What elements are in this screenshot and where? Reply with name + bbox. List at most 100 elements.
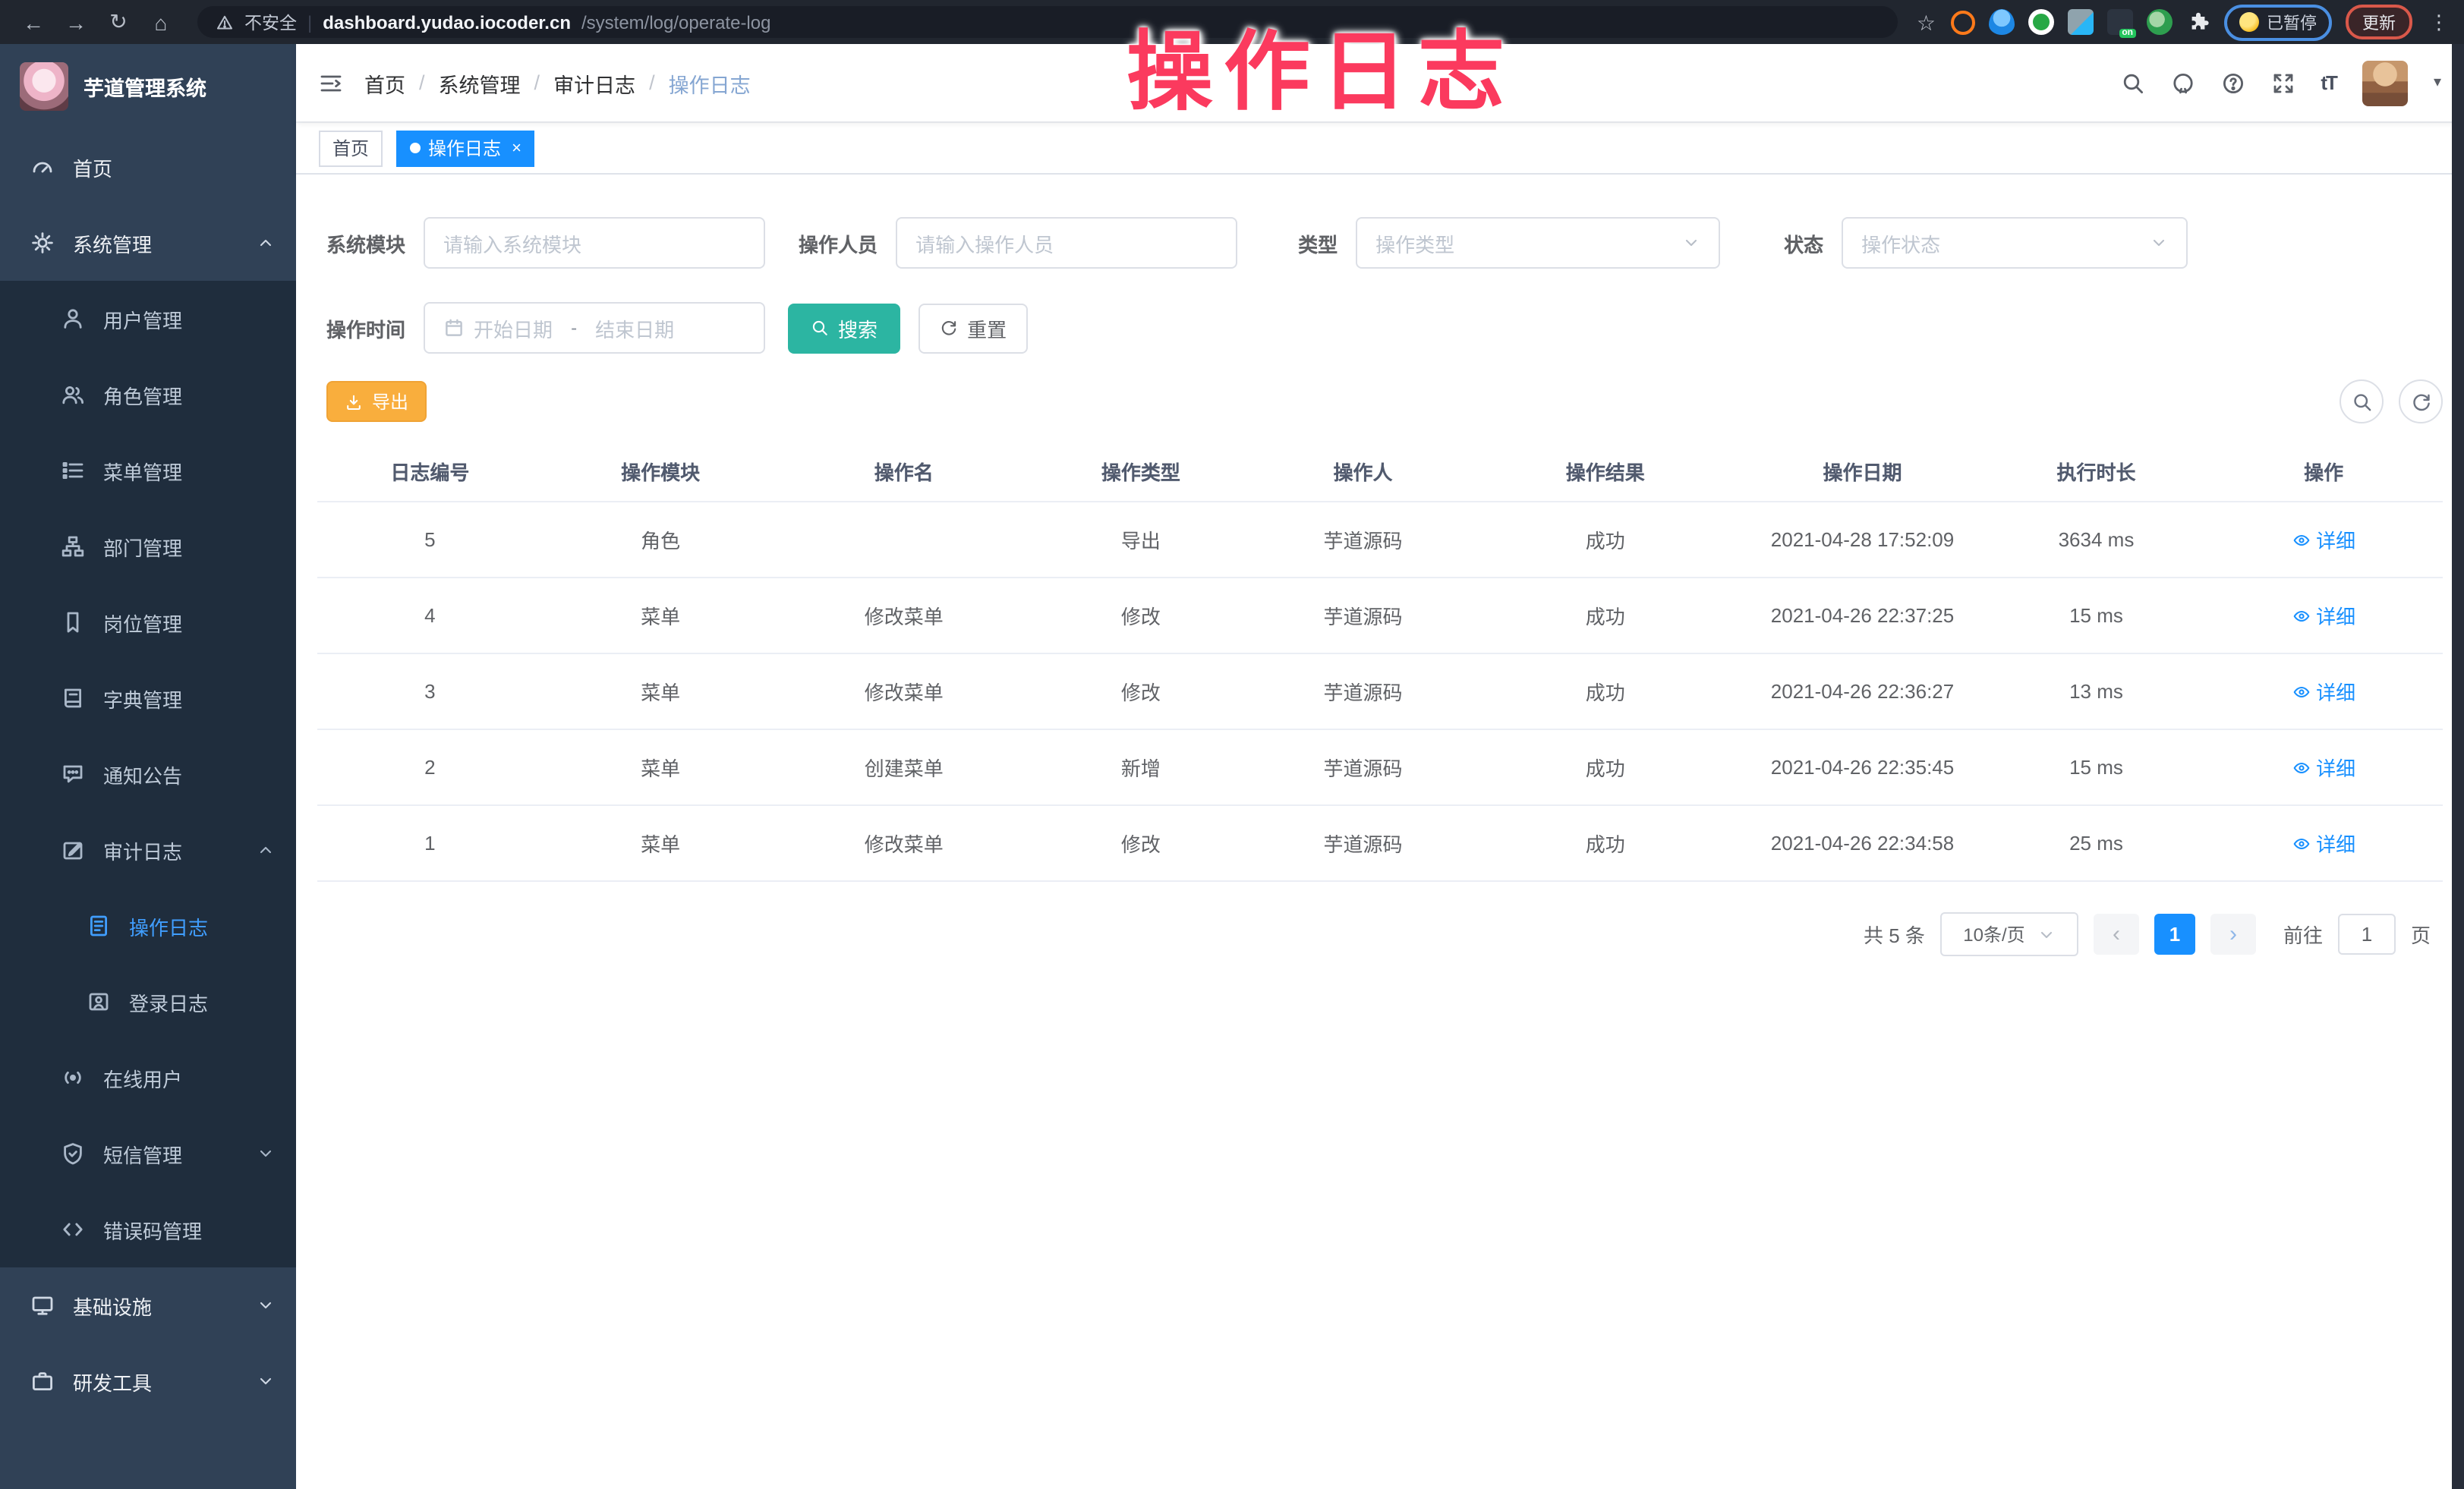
profile-paused-pill[interactable]: 已暂停 — [2224, 4, 2332, 40]
search-icon — [2351, 391, 2372, 412]
extension-icon-2[interactable] — [1989, 9, 2015, 35]
sidebar-item-online-users[interactable]: 在线用户 — [0, 1040, 296, 1116]
fullscreen-icon[interactable] — [2270, 71, 2295, 95]
refresh-icon — [940, 319, 958, 337]
goto-page-input[interactable] — [2338, 914, 2396, 955]
user-avatar[interactable] — [2362, 60, 2408, 105]
search-icon[interactable] — [2120, 71, 2144, 95]
font-size-icon[interactable]: tT — [2321, 71, 2336, 94]
current-page-button[interactable]: 1 — [2154, 914, 2195, 955]
status-select[interactable]: 操作状态 — [1842, 217, 2188, 269]
gear-icon — [30, 231, 55, 255]
github-icon[interactable] — [2170, 71, 2195, 95]
insecure-warning-icon — [216, 13, 234, 31]
page-size-select[interactable]: 10条/页 — [1940, 912, 2078, 956]
sidebar-item-roles[interactable]: 角色管理 — [0, 357, 296, 433]
tag-home[interactable]: 首页 — [319, 130, 383, 166]
operator-input[interactable]: 请输入操作人员 — [896, 217, 1237, 269]
sidebar-item-operate-log[interactable]: 操作日志 — [0, 888, 296, 964]
extension-icon-4[interactable] — [2068, 9, 2094, 35]
prev-page-button[interactable]: ‹ — [2094, 914, 2139, 955]
sidebar-item-login-log[interactable]: 登录日志 — [0, 964, 296, 1040]
page-content: 系统模块 请输入系统模块 操作人员 请输入操作人员 类型 操作类型 状态 — [296, 175, 2464, 1489]
browser-home-icon[interactable]: ⌂ — [143, 4, 179, 40]
module-label: 系统模块 — [326, 228, 405, 257]
chevron-down-icon — [2150, 234, 2168, 252]
announcement-icon — [61, 762, 85, 786]
eye-icon — [2292, 834, 2310, 852]
refresh-icon — [2410, 391, 2431, 412]
sidebar-item-menus[interactable]: 菜单管理 — [0, 433, 296, 508]
address-bar[interactable]: 不安全 | dashboard.yudao.iocoder.cn /system… — [197, 6, 1898, 38]
dev-tools-icon — [30, 1369, 55, 1393]
search-button[interactable]: 搜索 — [788, 303, 900, 353]
type-select[interactable]: 操作类型 — [1356, 217, 1720, 269]
close-tag-icon[interactable]: × — [512, 139, 521, 157]
module-input[interactable]: 请输入系统模块 — [424, 217, 765, 269]
browser-back-icon[interactable]: ← — [15, 4, 52, 40]
sidebar-item-users[interactable]: 用户管理 — [0, 281, 296, 357]
breadcrumb-home[interactable]: 首页 — [364, 68, 405, 98]
toggle-search-button[interactable] — [2340, 379, 2384, 423]
sidebar-item-announcements[interactable]: 通知公告 — [0, 736, 296, 812]
browser-extensions-area: ☆ on 已暂停 更新 ⋮ — [1917, 4, 2449, 40]
sidebar-item-sms[interactable]: 短信管理 — [0, 1116, 296, 1192]
sidebar-item-error-codes[interactable]: 错误码管理 — [0, 1192, 296, 1267]
detail-link[interactable]: 详细 — [2292, 829, 2355, 858]
address-divider: | — [307, 11, 312, 33]
sms-shield-icon — [61, 1141, 85, 1166]
browser-update-button[interactable]: 更新 — [2346, 5, 2412, 39]
next-page-button[interactable]: › — [2210, 914, 2256, 955]
extensions-puzzle-icon[interactable] — [2186, 10, 2210, 34]
col-name: 操作名 — [779, 442, 1029, 502]
table-row: 3菜单 修改菜单修改 芋道源码成功 2021-04-26 22:36:2713 … — [317, 653, 2443, 729]
start-date-placeholder: 开始日期 — [474, 313, 553, 342]
col-result: 操作结果 — [1473, 442, 1737, 502]
sidebar-item-home[interactable]: 首页 — [0, 129, 296, 205]
export-button[interactable]: 导出 — [326, 381, 427, 422]
sidebar-toggle-icon[interactable] — [319, 71, 343, 95]
sidebar-item-posts[interactable]: 岗位管理 — [0, 584, 296, 660]
dashboard-icon — [30, 155, 55, 179]
post-badge-icon — [61, 610, 85, 634]
extension-icon-6[interactable] — [2147, 9, 2173, 35]
security-label: 不安全 — [244, 10, 297, 34]
browser-forward-icon[interactable]: → — [58, 4, 94, 40]
sidebar-item-system[interactable]: 系统管理 — [0, 205, 296, 281]
extension-icon-5[interactable]: on — [2107, 9, 2133, 35]
table-row: 4菜单 修改菜单修改 芋道源码成功 2021-04-26 22:37:2515 … — [317, 578, 2443, 653]
breadcrumb: 首页 / 系统管理 / 审计日志 / 操作日志 — [364, 68, 751, 98]
infrastructure-icon — [30, 1293, 55, 1317]
download-icon — [345, 392, 363, 411]
bookmark-star-icon[interactable]: ☆ — [1917, 11, 1936, 33]
refresh-table-button[interactable] — [2399, 379, 2443, 423]
sidebar-item-infrastructure[interactable]: 基础设施 — [0, 1267, 296, 1343]
sidebar-item-dev-tools[interactable]: 研发工具 — [0, 1343, 296, 1419]
extension-icon-3[interactable] — [2028, 9, 2054, 35]
filter-row-1: 系统模块 请输入系统模块 操作人员 请输入操作人员 类型 操作类型 状态 — [326, 206, 2434, 279]
sidebar-item-audit-log[interactable]: 审计日志 — [0, 812, 296, 888]
breadcrumb-system[interactable]: 系统管理 — [439, 68, 521, 98]
browser-reload-icon[interactable]: ↻ — [100, 4, 137, 40]
eye-icon — [2292, 530, 2310, 549]
tag-operate-log[interactable]: 操作日志 × — [396, 130, 535, 166]
extension-icon-1[interactable] — [1949, 9, 1975, 35]
tags-view-bar: 首页 操作日志 × — [296, 121, 2464, 175]
detail-link[interactable]: 详细 — [2292, 601, 2355, 630]
help-icon[interactable] — [2220, 71, 2245, 95]
table-toolbar: 导出 — [317, 379, 2443, 423]
breadcrumb-audit-log[interactable]: 审计日志 — [553, 68, 635, 98]
browser-menu-icon[interactable]: ⋮ — [2429, 10, 2449, 34]
avatar-caret-icon[interactable]: ▾ — [2434, 74, 2441, 91]
navbar-actions: tT ▾ — [2120, 60, 2441, 105]
browser-scrollbar[interactable] — [2452, 44, 2464, 1489]
date-range-input[interactable]: 开始日期 - 结束日期 — [424, 302, 765, 354]
detail-link[interactable]: 详细 — [2292, 753, 2355, 782]
reset-button[interactable]: 重置 — [918, 303, 1028, 353]
detail-link[interactable]: 详细 — [2292, 677, 2355, 706]
app-logo[interactable]: 芋道管理系统 — [0, 44, 296, 129]
sidebar-item-dictionary[interactable]: 字典管理 — [0, 660, 296, 736]
sidebar-item-departments[interactable]: 部门管理 — [0, 508, 296, 584]
table-row: 2菜单 创建菜单新增 芋道源码成功 2021-04-26 22:35:4515 … — [317, 729, 2443, 805]
detail-link[interactable]: 详细 — [2292, 525, 2355, 554]
